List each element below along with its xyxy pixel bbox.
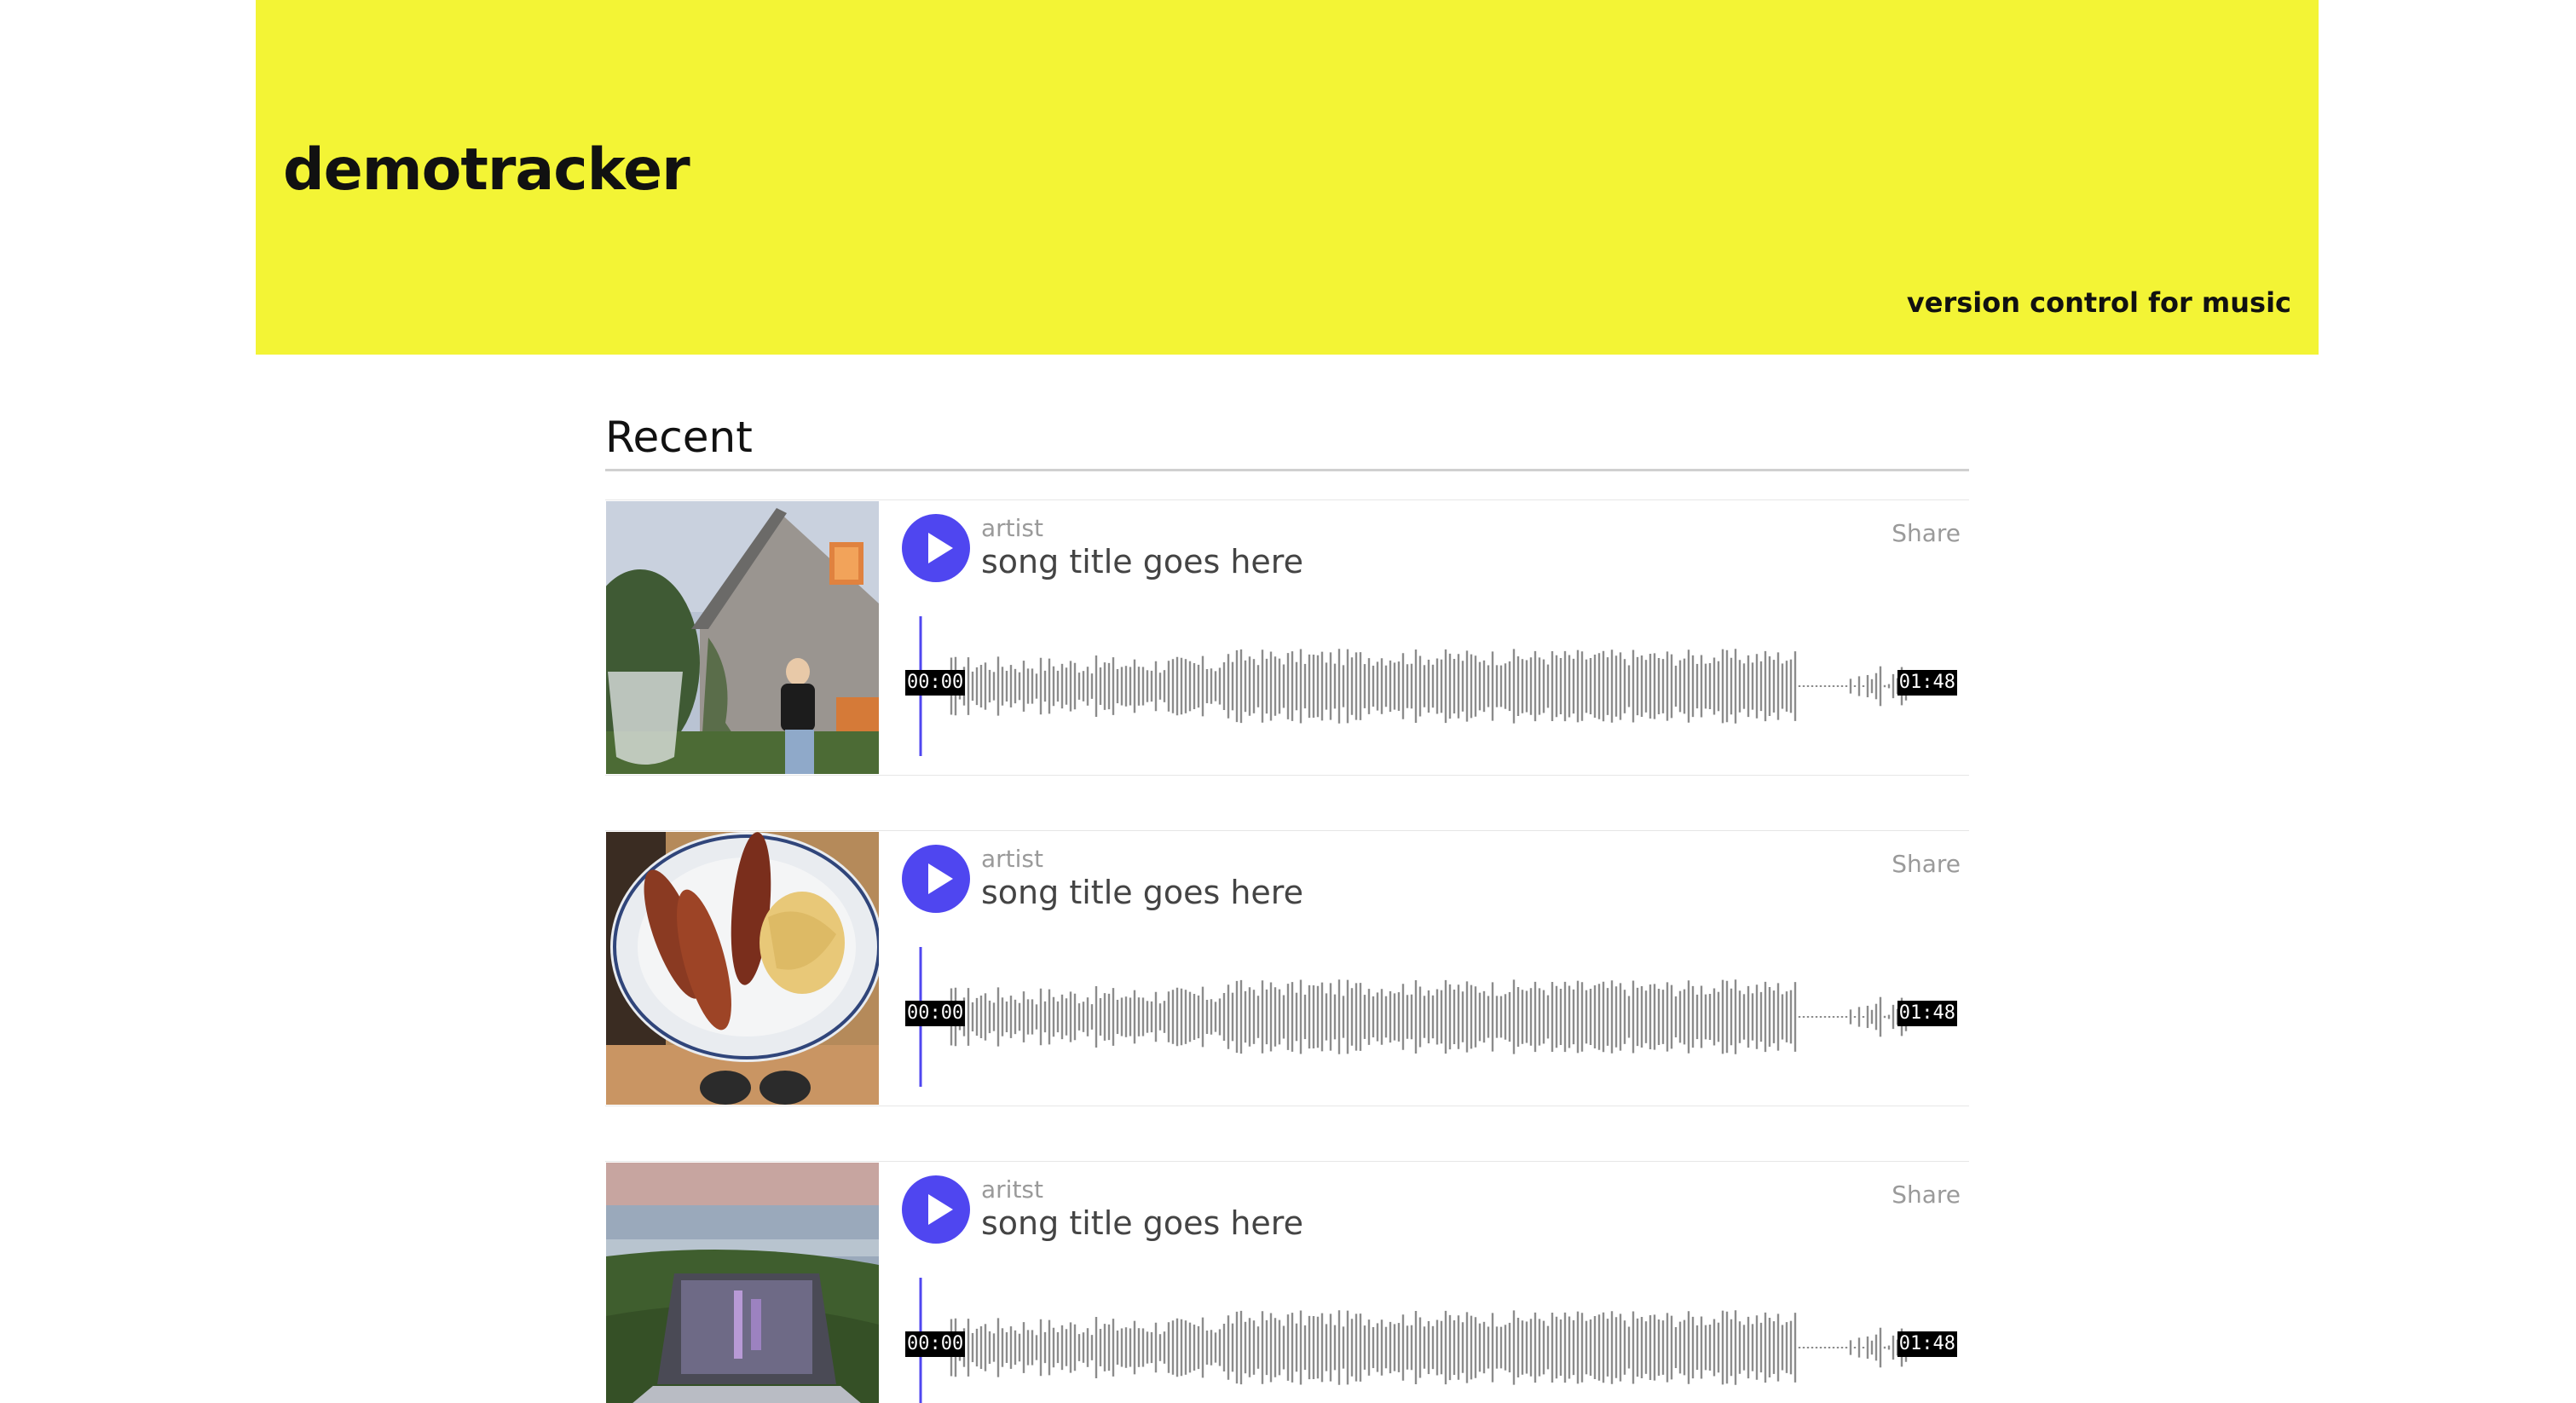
header-banner: demotracker version control for music	[256, 0, 2319, 355]
current-time: 00:00	[905, 1001, 966, 1026]
share-button[interactable]: Share	[1892, 850, 1961, 878]
track-thumbnail	[606, 501, 879, 774]
waveform-graph	[919, 947, 1908, 1087]
artist-name: aritst	[981, 1175, 1043, 1204]
share-button[interactable]: Share	[1892, 1181, 1961, 1209]
track-duration: 01:48	[1897, 670, 1957, 696]
tagline: version control for music	[1906, 286, 2291, 319]
waveform[interactable]: 00:00 01:48	[904, 1278, 1957, 1403]
song-title: song title goes here	[981, 874, 1303, 911]
track-card: aritst song title goes here Share 00:00 …	[605, 1161, 1969, 1403]
track-card: artist song title goes here Share 00:00 …	[605, 830, 1969, 1106]
play-icon	[928, 863, 953, 894]
waveform-graph	[919, 1278, 1908, 1403]
section-divider	[605, 469, 1969, 471]
current-time: 00:00	[905, 670, 966, 696]
waveform-graph	[919, 616, 1908, 756]
brand-logo[interactable]: demotracker	[283, 136, 690, 204]
track-duration: 01:48	[1897, 1331, 1957, 1357]
waveform[interactable]: 00:00 01:48	[904, 947, 1957, 1087]
song-title: song title goes here	[981, 543, 1303, 580]
track-duration: 01:48	[1897, 1001, 1957, 1026]
play-button[interactable]	[902, 1175, 970, 1244]
play-icon	[928, 1194, 953, 1225]
section-title: Recent	[605, 413, 753, 462]
share-button[interactable]: Share	[1892, 519, 1961, 547]
track-card: artist song title goes here Share 00:00 …	[605, 499, 1969, 776]
track-thumbnail	[606, 832, 879, 1105]
play-button[interactable]	[902, 845, 970, 913]
current-time: 00:00	[905, 1331, 966, 1357]
waveform[interactable]: 00:00 01:48	[904, 616, 1957, 756]
song-title: song title goes here	[981, 1204, 1303, 1242]
track-thumbnail	[606, 1163, 879, 1403]
page: demotracker version control for music Re…	[0, 0, 2576, 1403]
artist-name: artist	[981, 514, 1043, 542]
artist-name: artist	[981, 845, 1043, 873]
play-icon	[928, 533, 953, 563]
play-button[interactable]	[902, 514, 970, 582]
